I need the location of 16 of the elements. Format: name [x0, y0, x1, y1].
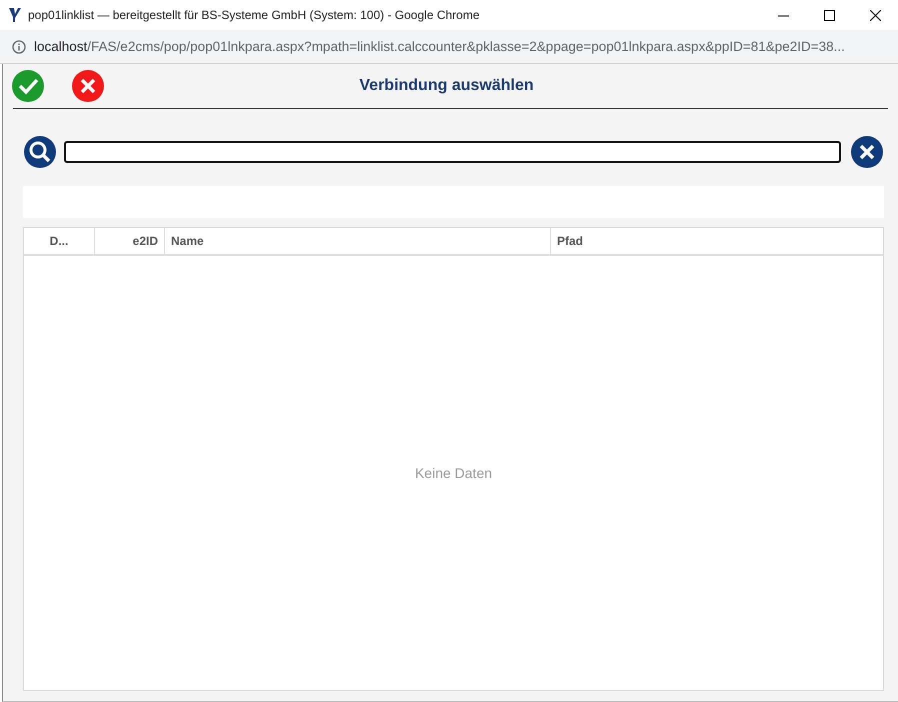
dialog-title: Verbindung auswählen	[358, 77, 535, 95]
window-title: pop01linklist — bereitgestellt für BS-Systeme GmbH (System: 100) - Google Chrome	[28, 8, 481, 22]
app-logo-icon	[8, 7, 22, 23]
column-header[interactable]: e2ID	[95, 228, 165, 254]
clear-button[interactable]	[850, 135, 884, 169]
search-field[interactable]	[64, 141, 841, 163]
cancel-button[interactable]	[71, 69, 105, 103]
column-header[interactable]: Pfad	[551, 228, 883, 254]
maximize-icon[interactable]	[824, 10, 834, 20]
column-header[interactable]: Name	[165, 228, 551, 254]
search-button[interactable]	[23, 135, 57, 169]
column-header[interactable]: D...	[24, 228, 95, 254]
close-icon[interactable]	[870, 10, 880, 20]
confirm-button[interactable]	[11, 69, 45, 103]
info-icon[interactable]	[12, 40, 26, 54]
empty-message: Keine Daten	[414, 465, 492, 481]
